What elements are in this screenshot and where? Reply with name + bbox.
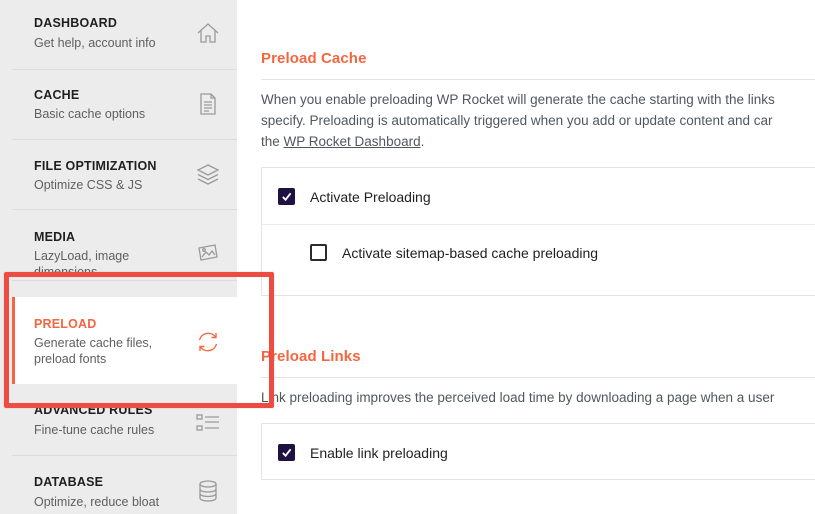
sidebar-item-title: PRELOAD xyxy=(34,317,97,331)
description-line: When you enable preloading WP Rocket wil… xyxy=(261,92,775,107)
sidebar-item-title: FILE OPTIMIZATION xyxy=(34,159,157,173)
description-text: the xyxy=(261,134,284,149)
preload-links-description: Link preloading improves the perceived l… xyxy=(261,390,775,405)
enable-link-preloading-checkbox[interactable] xyxy=(278,444,295,461)
activate-preloading-option[interactable]: Activate Preloading xyxy=(278,188,431,205)
sitemap-preloading-label: Activate sitemap-based cache preloading xyxy=(342,244,599,261)
activate-preloading-label: Activate Preloading xyxy=(310,188,431,205)
sidebar-item-dashboard[interactable]: DASHBOARD Get help, account info xyxy=(12,0,237,70)
sidebar-item-subtitle: Get help, account info xyxy=(34,36,156,50)
description-line: the WP Rocket Dashboard. xyxy=(261,131,815,152)
sidebar-item-cache[interactable]: CACHE Basic cache options xyxy=(12,70,237,140)
document-icon xyxy=(195,91,221,117)
preload-cache-options-panel: Activate Preloading Activate sitemap-bas… xyxy=(261,167,815,296)
sidebar-item-subtitle: Optimize, reduce bloat xyxy=(34,495,160,509)
sidebar-item-subtitle: LazyLoad, image dimensions xyxy=(34,249,130,279)
panel-divider xyxy=(262,224,815,225)
description-line: specify. Preloading is automatically tri… xyxy=(261,113,773,128)
home-icon xyxy=(195,20,221,46)
enable-link-preloading-option[interactable]: Enable link preloading xyxy=(278,444,448,461)
sitemap-preloading-option[interactable]: Activate sitemap-based cache preloading xyxy=(310,244,598,261)
preload-links-title: Preload Links xyxy=(261,348,361,365)
section-divider xyxy=(261,79,815,80)
sidebar-item-title: MEDIA xyxy=(34,230,76,244)
preload-cache-description: When you enable preloading WP Rocket wil… xyxy=(261,89,815,152)
sidebar-item-title: CACHE xyxy=(34,88,80,102)
sidebar-item-subtitle: Basic cache options xyxy=(34,107,146,121)
sitemap-preloading-checkbox[interactable] xyxy=(310,244,327,261)
layers-icon xyxy=(195,162,221,188)
sidebar-item-title: ADVANCED RULES xyxy=(34,403,153,417)
preload-cache-title: Preload Cache xyxy=(261,50,367,67)
sidebar-item-subtitle: Fine-tune cache rules xyxy=(34,423,155,437)
images-icon xyxy=(195,240,221,266)
sidebar-item-title: DATABASE xyxy=(34,475,104,489)
sidebar: DASHBOARD Get help, account info CACHE B… xyxy=(0,0,237,514)
section-divider xyxy=(261,377,815,378)
sidebar-item-advanced-rules[interactable]: ADVANCED RULES Fine-tune cache rules xyxy=(12,384,237,456)
description-text: . xyxy=(420,134,425,149)
sidebar-item-database[interactable]: DATABASE Optimize, reduce bloat xyxy=(12,456,237,514)
preload-links-options-panel: Enable link preloading xyxy=(261,423,815,480)
sidebar-item-file-optimization[interactable]: FILE OPTIMIZATION Optimize CSS & JS xyxy=(12,140,237,210)
enable-link-preloading-label: Enable link preloading xyxy=(310,444,448,461)
sidebar-item-subtitle: Generate cache files, preload fonts xyxy=(34,336,153,366)
refresh-icon xyxy=(195,329,221,355)
list-icon xyxy=(195,410,221,436)
sidebar-item-title: DASHBOARD xyxy=(34,16,118,30)
database-icon xyxy=(195,478,221,504)
sidebar-item-media[interactable]: MEDIA LazyLoad, image dimensions xyxy=(12,211,237,281)
activate-preloading-checkbox[interactable] xyxy=(278,188,295,205)
sidebar-item-subtitle: Optimize CSS & JS xyxy=(34,178,143,192)
wp-rocket-dashboard-link[interactable]: WP Rocket Dashboard xyxy=(284,134,421,149)
sidebar-item-preload[interactable]: PRELOAD Generate cache files, preload fo… xyxy=(12,297,237,384)
